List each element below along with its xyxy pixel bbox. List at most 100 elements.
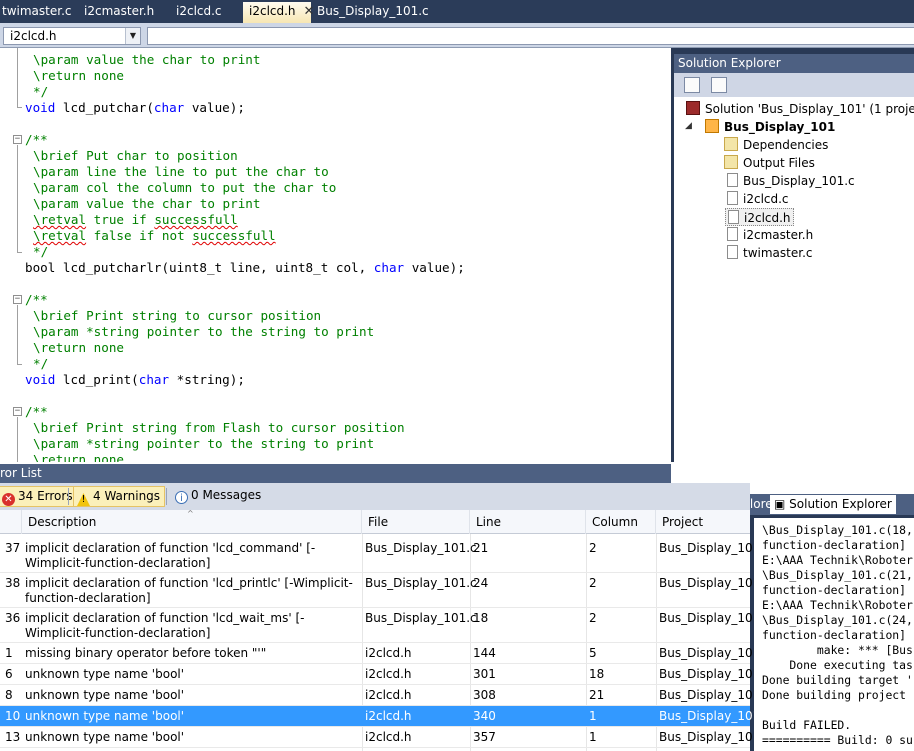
error-file: i2clcd.h [365, 688, 412, 702]
messages-filter-button[interactable]: i0 Messages [172, 486, 265, 507]
error-line: 144 [473, 646, 496, 660]
collapse-icon[interactable]: − [13, 295, 22, 304]
tab-bus-display-101-c[interactable]: Bus_Display_101.c [311, 2, 435, 23]
tree-label: Solution 'Bus_Display_101' (1 project) [705, 102, 914, 116]
tree-item-file[interactable]: i2clcd.c [727, 190, 789, 208]
file-selector-dropdown[interactable]: i2clcd.h ▼ [3, 27, 141, 45]
tree-item-output-files[interactable]: Output Files [724, 154, 815, 172]
error-line: 24 [473, 576, 489, 590]
error-number: 10 [5, 709, 21, 723]
chevron-down-icon[interactable]: ▼ [125, 28, 140, 44]
tree-solution-node[interactable]: Solution 'Bus_Display_101' (1 project) [686, 100, 914, 118]
tree-item-dependencies[interactable]: Dependencies [724, 136, 828, 154]
error-line: 308 [473, 688, 496, 702]
tab-i2clcd-h[interactable]: i2clcd.h ✕ [243, 2, 314, 23]
separator [68, 488, 69, 505]
file-icon [727, 173, 738, 187]
code-line: /** [25, 404, 48, 419]
error-list-filter-bar: ✕ 34 Errors ! 4 Warnings i0 Messages [0, 483, 750, 510]
solution-icon: ▣ [774, 497, 790, 511]
code-line-decl: void lcd_putchar(char value); [25, 100, 245, 115]
error-number: 38 [5, 576, 21, 590]
error-description: missing binary operator before token "'" [25, 646, 267, 660]
error-row[interactable]: 6 unknown type name 'bool' i2clcd.h 301 … [0, 664, 760, 685]
warnings-filter-button[interactable]: ! 4 Warnings [73, 486, 166, 507]
header-description[interactable]: Description ^ [22, 509, 362, 534]
error-project: Bus_Display_101 [659, 688, 761, 702]
member-selector-dropdown[interactable] [147, 27, 914, 45]
code-line: */ [33, 84, 49, 99]
code-line: \param line the line to put the char to [33, 164, 329, 179]
tree-item-file-selected[interactable]: i2clcd.h [725, 208, 794, 226]
header-line[interactable]: Line [470, 510, 586, 534]
error-description: unknown type name 'bool' [25, 730, 185, 744]
solution-tree[interactable]: Solution 'Bus_Display_101' (1 project) ◢… [674, 97, 914, 494]
output-line: function-declaration] [762, 583, 907, 597]
header-column[interactable]: Column [586, 510, 656, 534]
tab-twimaster-c[interactable]: twimaster.c [0, 2, 77, 23]
error-file: i2clcd.h [365, 730, 412, 744]
output-line: Done building project [762, 688, 907, 702]
tree-label: i2cmaster.h [743, 228, 814, 242]
tree-label: i2clcd.h [744, 211, 791, 225]
tree-item-file[interactable]: Bus_Display_101.c [727, 172, 855, 190]
tab-solution-explorer[interactable]: ▣ Solution Explorer [770, 495, 896, 514]
error-row[interactable]: 1 missing binary operator before token "… [0, 643, 760, 664]
code-line: /** [25, 132, 48, 147]
error-file: Bus_Display_101.c [365, 576, 477, 590]
error-row[interactable]: 36 implicit declaration of function 'lcd… [0, 608, 760, 643]
error-row[interactable]: 8 unknown type name 'bool' i2clcd.h 308 … [0, 685, 760, 706]
expand-triangle-icon[interactable]: ◢ [685, 121, 692, 131]
show-all-files-icon[interactable] [711, 77, 727, 93]
tab-i2clcd-c[interactable]: i2clcd.c [170, 2, 228, 23]
tab-i2cmaster-h[interactable]: i2cmaster.h [78, 2, 160, 23]
warnings-count: 4 Warnings [93, 489, 161, 503]
editor-margin [0, 48, 22, 462]
solution-explorer-panel: Solution Explorer Solution 'Bus_Display_… [671, 48, 914, 515]
error-project: Bus_Display_101 [659, 646, 761, 660]
error-row[interactable]: 38 implicit declaration of function 'lcd… [0, 573, 760, 608]
code-line: \param *string pointer to the string to … [33, 436, 375, 451]
file-icon [727, 191, 738, 205]
error-number: 6 [5, 667, 13, 681]
fold-guide-end [17, 364, 22, 365]
fold-guide-end [17, 252, 22, 253]
collapse-icon[interactable]: − [13, 135, 22, 144]
properties-icon[interactable] [684, 77, 700, 93]
code-line: \param col the column to put the char to [33, 180, 337, 195]
tree-label: Bus_Display_101.c [743, 174, 855, 188]
error-row[interactable]: 13 unknown type name 'bool' i2clcd.h 357… [0, 727, 760, 748]
code-line: \return none [33, 68, 124, 83]
tree-item-file[interactable]: twimaster.c [727, 244, 812, 262]
error-icon: ✕ [2, 493, 15, 506]
tree-item-file[interactable]: i2cmaster.h [727, 226, 813, 244]
output-line: \Bus_Display_101.c(24, [762, 613, 913, 627]
error-row-selected[interactable]: 10 unknown type name 'bool' i2clcd.h 340… [0, 706, 760, 727]
code-line-retval: \retval false if not successfull [33, 228, 276, 243]
header-index[interactable] [0, 510, 22, 534]
output-window[interactable]: \Bus_Display_101.c(18, function-declarat… [754, 518, 914, 751]
error-list-panel: ror List ✕ 34 Errors ! 4 Warnings i0 Messa… [0, 462, 760, 751]
header-project[interactable]: Project [656, 510, 750, 534]
sort-arrow-icon: ^ [187, 509, 194, 518]
error-line: 21 [473, 541, 489, 555]
header-file[interactable]: File [362, 510, 470, 534]
tree-label: Output Files [743, 156, 815, 170]
error-number: 36 [5, 611, 21, 625]
code-line: \brief Put char to position [33, 148, 238, 163]
tree-project-node[interactable]: Bus_Display_101 [705, 118, 835, 136]
output-line: Build FAILED. [762, 718, 852, 732]
collapse-icon[interactable]: − [13, 407, 22, 416]
errors-filter-button[interactable]: ✕ 34 Errors [0, 486, 78, 507]
error-column: 1 [589, 730, 597, 744]
error-description: unknown type name 'bool' [25, 688, 185, 702]
code-line: */ [33, 244, 49, 259]
error-file: Bus_Display_101.c [365, 611, 477, 625]
error-row[interactable]: 37 implicit declaration of function 'lcd… [0, 538, 760, 573]
code-line: \brief Print string from Flash to cursor… [33, 420, 405, 435]
error-line: 301 [473, 667, 496, 681]
error-number: 13 [5, 730, 21, 744]
error-project: Bus_Display_101 [659, 576, 761, 590]
code-line-decl: bool lcd_putcharlr(uint8_t line, uint8_t… [25, 260, 465, 275]
code-editor[interactable]: − − − \param value the char to print \re… [0, 48, 671, 462]
